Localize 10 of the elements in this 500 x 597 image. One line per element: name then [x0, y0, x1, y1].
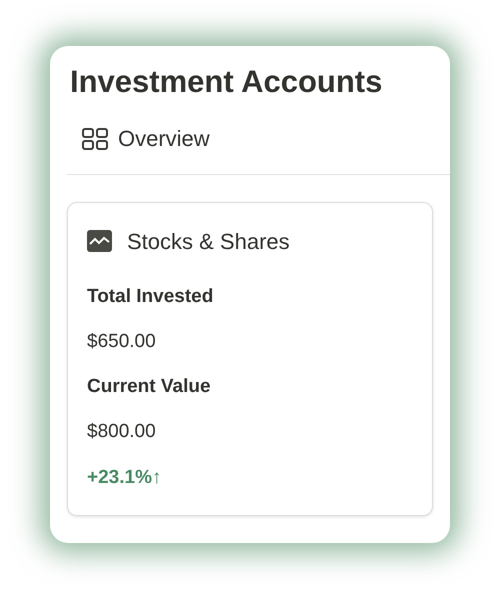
change-percent: +23.1%↑	[87, 466, 162, 490]
chart-icon	[87, 230, 112, 252]
overview-tab[interactable]: Overview	[82, 122, 210, 155]
field-value: $800.00	[87, 420, 156, 442]
grid-icon	[82, 128, 108, 150]
field-value: $650.00	[87, 330, 156, 352]
page-title: Investment Accounts	[70, 63, 382, 101]
field-label: Current Value	[87, 376, 211, 396]
field-label: Total Invested	[87, 286, 214, 306]
account-name: Stocks & Shares	[127, 228, 290, 256]
